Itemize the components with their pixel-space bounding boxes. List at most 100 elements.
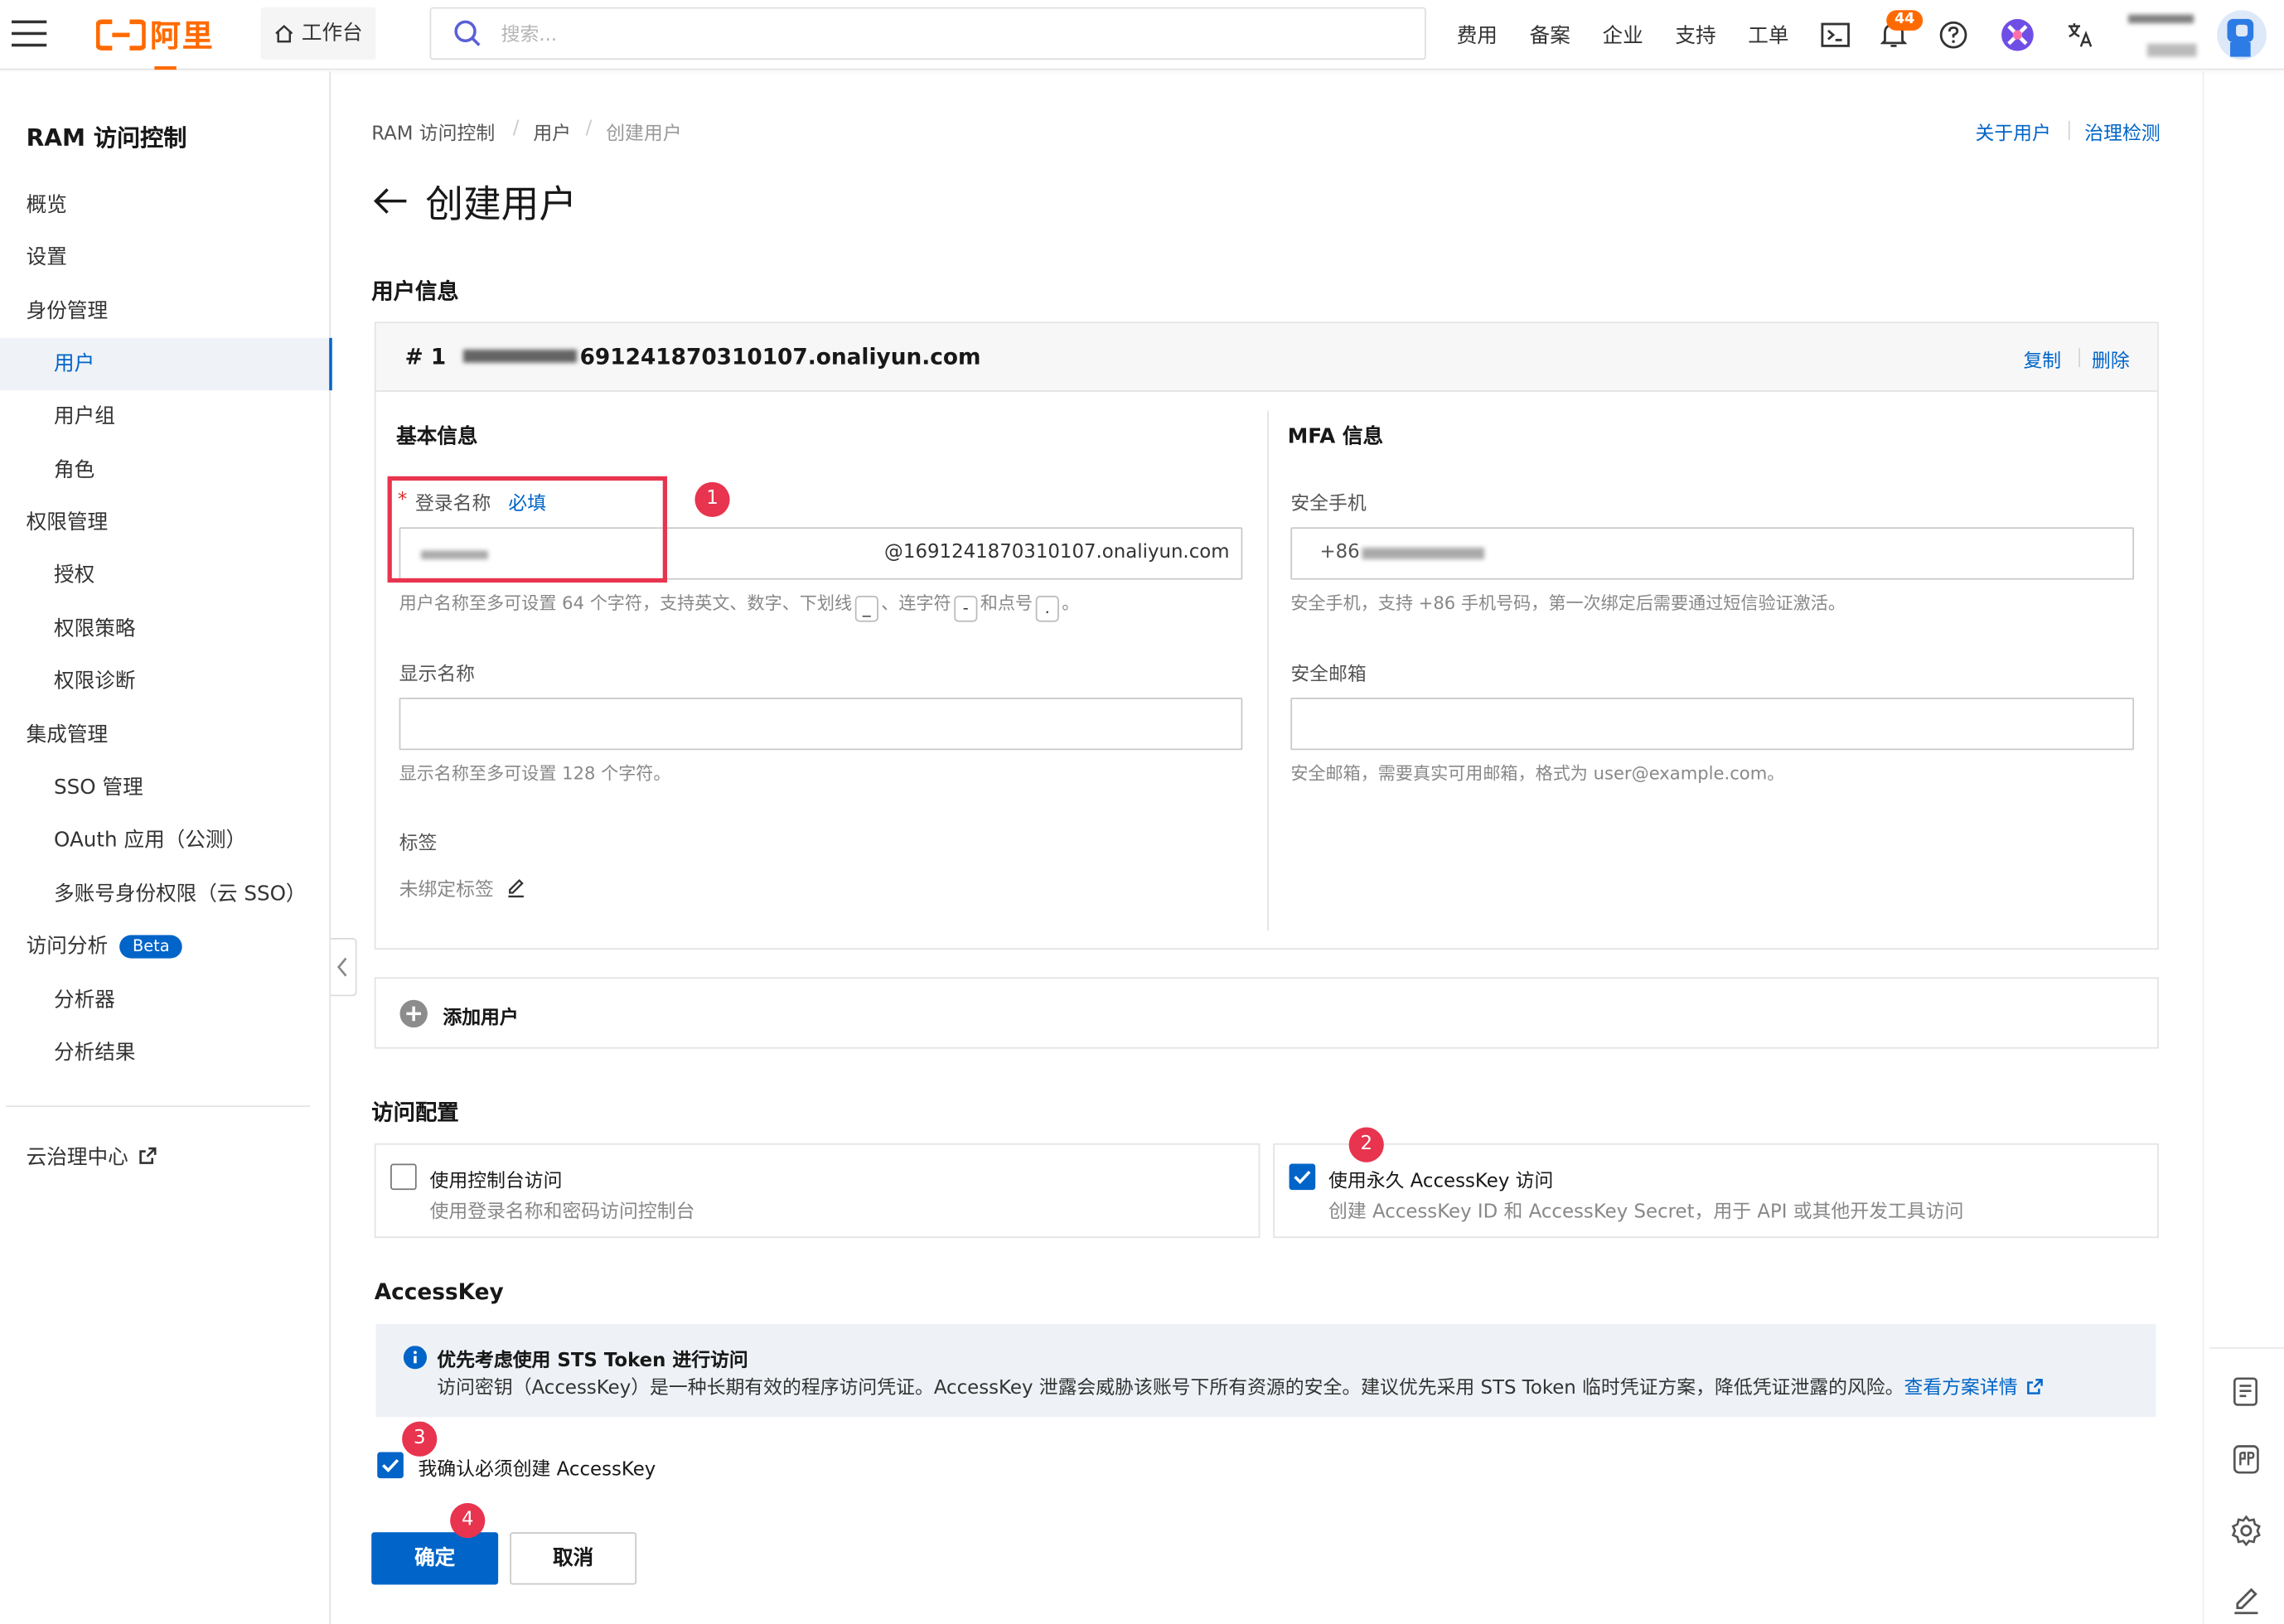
document-icon[interactable] (2228, 1375, 2263, 1409)
sidebar-item-label: 集成管理 (26, 723, 109, 747)
sidebar-group-integration[interactable]: 集成管理 (0, 709, 331, 761)
edit-icon[interactable] (2228, 1583, 2263, 1618)
login-name-hint: 用户名称至多可设置 64 个字符，支持英文、数字、下划线 _ 、连字符 - 和点号.。 (399, 590, 1079, 622)
sidebar-group-identity[interactable]: 身份管理 (0, 286, 331, 338)
step-badge-4: 4 (450, 1503, 486, 1539)
help-icon[interactable] (1938, 21, 1967, 50)
access-config-title: 访问配置 (371, 1100, 459, 1126)
ai-assistant-icon[interactable] (2000, 17, 2035, 52)
sidebar-item-label: OAuth 应用（公测） (54, 829, 247, 853)
back-arrow-icon[interactable] (371, 183, 409, 218)
about-users-link[interactable]: 关于用户 (1975, 118, 2050, 145)
columns-divider (1267, 410, 1269, 931)
search-input[interactable] (501, 20, 1376, 50)
display-name-field[interactable] (399, 697, 1243, 751)
sidebar-divider (6, 1105, 311, 1107)
aliyun-logo[interactable]: 阿里云 (96, 15, 242, 98)
tags-label: 标签 (399, 833, 438, 855)
menu-icon[interactable] (12, 20, 47, 50)
accesskey-access-label: 使用永久 AccessKey 访问 (1328, 1171, 1554, 1193)
console-access-option[interactable]: 使用控制台访问 使用登录名称和密码访问控制台 (374, 1143, 1261, 1239)
governance-check-link[interactable]: 治理检测 (2084, 118, 2160, 145)
security-email-input[interactable] (1306, 712, 2116, 739)
security-phone-field[interactable]: +86 (1290, 527, 2135, 580)
aliyun-logo-mark-icon (96, 19, 146, 51)
sidebar-item-analysis-results[interactable]: 分析结果 (0, 1027, 331, 1079)
sidebar-item-policies[interactable]: 权限策略 (0, 603, 331, 655)
add-user-button[interactable]: 添加用户 (374, 977, 2159, 1049)
sidebar-item-sso[interactable]: SSO 管理 (0, 761, 331, 814)
sidebar-item-user-groups[interactable]: 用户组 (0, 390, 331, 442)
sidebar-item-cloud-sso[interactable]: 多账号身份权限（云 SSO） (0, 868, 331, 921)
sidebar-item-overview[interactable]: 概览 (0, 179, 331, 231)
workbench-button[interactable]: 工作台 (260, 7, 376, 60)
sidebar-item-roles[interactable]: 角色 (0, 444, 331, 496)
sidebar-item-label: 用户组 (54, 404, 115, 428)
avatar[interactable] (2217, 10, 2267, 60)
highlight-box-login-name (387, 476, 668, 583)
sidebar-item-label: 权限策略 (54, 617, 136, 641)
user-card: # 1 691241870310107.onaliyun.com 复制 删除 (374, 321, 2159, 950)
search-icon (454, 20, 481, 46)
sidebar-item-label: SSO 管理 (54, 776, 143, 800)
delete-user-link[interactable]: 删除 (2092, 346, 2130, 373)
confirm-accesskey-checkbox[interactable] (377, 1452, 404, 1479)
terminal-icon[interactable] (1821, 22, 1850, 48)
sidebar-group-permissions[interactable]: 权限管理 (0, 496, 331, 549)
nav-fees[interactable]: 费用 (1457, 21, 1498, 50)
api-icon[interactable] (2228, 1442, 2263, 1477)
basic-info-title: 基本信息 (396, 425, 478, 449)
accesskey-access-checkbox[interactable] (1289, 1163, 1316, 1191)
sidebar-item-oauth[interactable]: OAuth 应用（公测） (0, 814, 331, 867)
edit-tags-icon[interactable] (506, 878, 526, 899)
account-name-redacted[interactable] (2127, 14, 2194, 24)
sts-notice-title: 优先考虑使用 STS Token 进行访问 (437, 1350, 748, 1372)
sidebar: RAM 访问控制 概览 设置 身份管理 用户 用户组 角色 权限管理 授权 权限… (0, 71, 332, 1624)
nav-enterprise[interactable]: 企业 (1602, 21, 1643, 50)
sidebar-item-grants[interactable]: 授权 (0, 549, 331, 602)
account-id-redacted (2146, 43, 2197, 57)
sidebar-group-analysis[interactable]: 访问分析 Beta (0, 921, 331, 973)
sidebar-item-label: 多账号身份权限（云 SSO） (54, 882, 307, 906)
sidebar-collapse-toggle[interactable] (330, 938, 357, 997)
sidebar-title: RAM 访问控制 (26, 123, 187, 152)
sts-notice-text: 访问密钥（AccessKey）是一种长期有效的程序访问凭证。AccessKey … (437, 1377, 1904, 1400)
sidebar-item-label: 用户 (54, 352, 95, 376)
user-card-header: # 1 691241870310107.onaliyun.com 复制 删除 (375, 323, 2158, 392)
sidebar-item-analyzers[interactable]: 分析器 (0, 974, 331, 1027)
sidebar-item-settings[interactable]: 设置 (0, 231, 331, 283)
confirm-button[interactable]: 确定 (371, 1532, 499, 1585)
sidebar-item-label: 角色 (54, 458, 95, 482)
breadcrumb-users[interactable]: 用户 (533, 118, 571, 145)
beta-badge: Beta (119, 935, 183, 959)
copy-user-link[interactable]: 复制 (2023, 346, 2061, 373)
sidebar-item-users[interactable]: 用户 (0, 337, 332, 391)
global-search[interactable] (429, 7, 1426, 60)
display-name-input[interactable] (414, 712, 1224, 739)
user-name-redacted (462, 349, 578, 363)
dot-key: . (1035, 595, 1059, 622)
sidebar-item-label: 概览 (26, 193, 67, 217)
sidebar-item-label: 云治理中心 (26, 1146, 128, 1170)
breadcrumb-ram[interactable]: RAM 访问控制 (371, 118, 495, 145)
console-access-checkbox[interactable] (390, 1163, 417, 1191)
language-icon[interactable] (2065, 21, 2094, 50)
accesskey-access-option[interactable]: 使用永久 AccessKey 访问 创建 AccessKey ID 和 Acce… (1273, 1143, 2159, 1239)
breadcrumb-separator: / (585, 118, 593, 140)
user-info-section-title: 用户信息 (371, 278, 459, 305)
view-solution-link[interactable]: 查看方案详情 (1904, 1378, 2018, 1399)
console-access-desc: 使用登录名称和密码访问控制台 (429, 1201, 695, 1224)
cancel-button[interactable]: 取消 (510, 1532, 637, 1585)
nav-icp[interactable]: 备案 (1530, 21, 1570, 50)
security-email-field[interactable] (1290, 697, 2135, 751)
hint-text: 、连字符 (881, 592, 951, 614)
gear-icon[interactable] (2228, 1513, 2263, 1548)
nav-support[interactable]: 支持 (1675, 21, 1715, 50)
sidebar-item-label: 分析器 (54, 988, 115, 1013)
nav-ticket[interactable]: 工单 (1748, 21, 1788, 50)
external-link-icon[interactable] (2026, 1378, 2044, 1395)
sidebar-item-diagnosis[interactable]: 权限诊断 (0, 655, 331, 708)
sidebar-link-governance-center[interactable]: 云治理中心 (0, 1132, 331, 1184)
confirm-accesskey-label[interactable]: 我确认必须创建 AccessKey (418, 1453, 656, 1481)
user-row-index: # 1 (404, 343, 447, 370)
